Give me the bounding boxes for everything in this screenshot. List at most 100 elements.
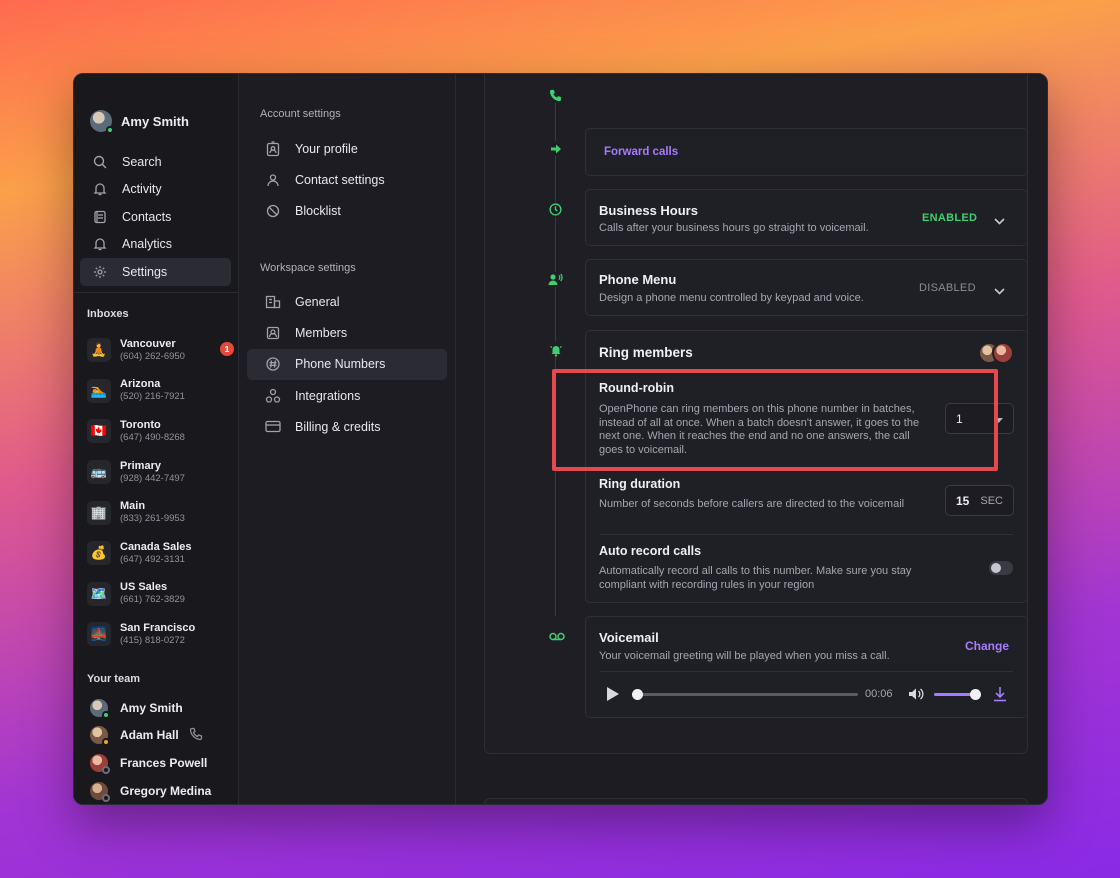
settings-item-members[interactable]: Members <box>247 317 447 348</box>
nav-item-activity[interactable]: Activity <box>80 176 231 204</box>
volume-handle[interactable] <box>970 689 981 700</box>
ringing-bell-icon <box>548 342 563 357</box>
analytics-icon <box>92 236 108 252</box>
nav-item-label: Settings <box>122 264 168 279</box>
auto-record-title: Auto record calls <box>599 544 702 558</box>
id-badge-icon <box>265 140 281 157</box>
inbox-item-us-sales[interactable]: 🗺️ US Sales (661) 762-3829 <box>87 574 237 615</box>
online-status-dot <box>106 126 114 134</box>
account-settings-list: Your profile Contact settings Blocklist <box>247 133 447 227</box>
inbox-phone: (647) 490-8268 <box>120 431 185 443</box>
download-icon[interactable] <box>993 686 1007 707</box>
divider <box>600 534 1013 535</box>
members-icon <box>265 325 281 341</box>
settings-item-contact-settings[interactable]: Contact settings <box>247 164 447 195</box>
main-nav: Search Activity Contacts Analytics Setti… <box>80 148 231 286</box>
inbox-name: Primary <box>120 459 161 472</box>
inbox-item-main[interactable]: 🏢 Main (833) 261-9953 <box>87 492 237 533</box>
voicemail-description: Your voicemail greeting will be played w… <box>599 650 890 662</box>
divider <box>600 671 1013 672</box>
phone-menu-description: Design a phone menu controlled by keypad… <box>599 292 864 304</box>
team-member-name: Amy Smith <box>120 700 183 715</box>
phone-call-icon <box>189 727 203 744</box>
offline-status-dot <box>102 765 110 774</box>
phone-menu-card[interactable]: Phone Menu Design a phone menu controlle… <box>585 259 1028 316</box>
avatar <box>90 698 110 719</box>
divider <box>74 292 239 293</box>
inbox-phone: (415) 818-0272 <box>120 634 185 646</box>
auto-record-toggle[interactable] <box>989 561 1013 575</box>
change-greeting-button[interactable]: Change <box>965 639 1009 653</box>
block-icon <box>265 203 281 219</box>
status-badge: ENABLED <box>922 212 978 224</box>
chevron-down-icon[interactable] <box>994 212 1005 230</box>
current-user[interactable]: Amy Smith <box>90 110 189 134</box>
search-icon <box>92 154 108 170</box>
nav-item-settings[interactable]: Settings <box>80 258 231 286</box>
inbox-item-san-francisco[interactable]: 🌉 San Francisco (415) 818-0272 <box>87 614 237 655</box>
inbox-item-canada-sales[interactable]: 💰 Canada Sales (647) 492-3131 <box>87 533 237 574</box>
inbox-name: Main <box>120 500 146 513</box>
avatar <box>90 753 110 774</box>
settings-item-phone-numbers[interactable]: Phone Numbers <box>247 348 447 380</box>
team-list: Amy Smith Adam Hall Frances Powell Grego… <box>90 694 211 804</box>
nav-item-label: Analytics <box>122 237 173 252</box>
phone-icon <box>548 88 563 103</box>
status-badge: DISABLED <box>919 282 976 294</box>
contacts-icon <box>92 209 108 225</box>
phone-menu-title: Phone Menu <box>599 272 677 287</box>
account-settings-label: Account settings <box>260 108 341 120</box>
highlight-box <box>552 369 998 471</box>
forward-calls-card: Forward calls <box>585 128 1028 176</box>
chevron-down-icon[interactable] <box>994 282 1005 300</box>
bell-icon <box>92 181 108 197</box>
inbox-phone: (833) 261-9953 <box>120 513 185 525</box>
nav-item-label: Search <box>122 154 162 169</box>
settings-item-your-profile[interactable]: Your profile <box>247 133 447 164</box>
inbox-name: Toronto <box>120 418 161 431</box>
settings-item-label: General <box>295 294 340 309</box>
inbox-phone: (928) 442-7497 <box>120 472 185 484</box>
settings-item-general[interactable]: General <box>247 286 447 317</box>
play-icon[interactable] <box>606 686 620 707</box>
ring-duration-title: Ring duration <box>599 477 681 491</box>
online-status-dot <box>102 710 110 719</box>
inbox-emoji-icon: 💰 <box>87 541 111 566</box>
playback-progress-bar[interactable] <box>632 689 858 700</box>
inboxes-label: Inboxes <box>87 308 129 320</box>
voicemail-icon <box>548 629 565 644</box>
nav-item-analytics[interactable]: Analytics <box>80 231 231 259</box>
inbox-item-arizona[interactable]: 🏊 Arizona (520) 216-7921 <box>87 371 237 412</box>
inbox-item-toronto[interactable]: 🇨🇦 Toronto (647) 490-8268 <box>87 411 237 452</box>
volume-icon[interactable] <box>908 687 924 706</box>
business-hours-title: Business Hours <box>599 203 698 218</box>
inbox-item-primary[interactable]: 🚌 Primary (928) 442-7497 <box>87 452 237 493</box>
auto-record-description: Automatically record all calls to this n… <box>599 565 912 591</box>
volume-slider[interactable] <box>934 689 981 700</box>
nav-item-contacts[interactable]: Contacts <box>80 203 231 231</box>
nav-item-search[interactable]: Search <box>80 148 231 176</box>
inbox-phone: (661) 762-3829 <box>120 594 185 606</box>
settings-item-label: Members <box>295 325 348 340</box>
offline-status-dot <box>102 793 110 802</box>
team-member[interactable]: Amy Smith <box>90 694 211 722</box>
inbox-emoji-icon: 🧘 <box>87 338 111 363</box>
settings-item-blocklist[interactable]: Blocklist <box>247 196 447 227</box>
inbox-item-vancouver[interactable]: 🧘 Vancouver (604) 262-6950 1 <box>87 330 237 371</box>
settings-item-label: Integrations <box>295 388 361 403</box>
sidebar: Amy Smith Search Activity Contacts Analy… <box>74 74 239 804</box>
team-member[interactable]: Adam Hall <box>90 722 211 750</box>
forward-calls-link[interactable]: Forward calls <box>604 146 678 158</box>
ring-duration-input[interactable]: 15 SEC <box>945 485 1014 516</box>
settings-item-label: Billing & credits <box>295 419 381 434</box>
voice-menu-icon <box>548 272 563 287</box>
progress-handle[interactable] <box>632 689 643 700</box>
member-avatar <box>992 342 1014 364</box>
inbox-name: Arizona <box>120 378 161 391</box>
next-panel <box>484 798 1028 804</box>
team-member[interactable]: Frances Powell <box>90 749 211 777</box>
team-member[interactable]: Gregory Medina <box>90 777 211 804</box>
business-hours-card[interactable]: Business Hours Calls after your business… <box>585 189 1028 246</box>
settings-item-integrations[interactable]: Integrations <box>247 380 447 411</box>
settings-item-billing[interactable]: Billing & credits <box>247 411 447 442</box>
